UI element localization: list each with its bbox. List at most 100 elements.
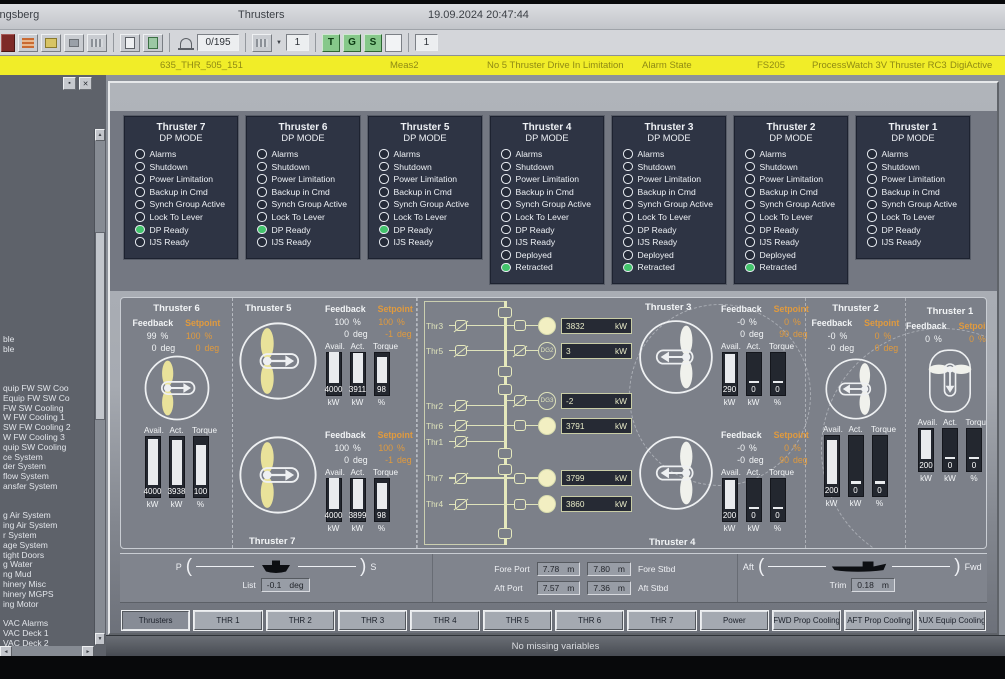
scroll-right-icon[interactable]: ► xyxy=(82,646,94,656)
sidebar-item[interactable] xyxy=(3,492,93,502)
view-list-icon[interactable] xyxy=(252,34,272,52)
feedback-percent: 99 xyxy=(133,331,157,341)
setpoint-percent: 0 xyxy=(950,334,974,344)
bar-unit: % xyxy=(373,398,390,407)
heel-indicator: P ( ) S List -0.1deg xyxy=(120,554,433,602)
nav-button[interactable]: THR 7 xyxy=(628,611,695,630)
led-icon xyxy=(745,250,755,260)
status-indicator-row: Lock To Lever xyxy=(738,212,844,222)
nav-button[interactable]: FWD Prop Cooling xyxy=(773,611,840,630)
nav-button[interactable]: AUX Equip Cooling xyxy=(918,611,985,630)
bar-unit: kW xyxy=(721,524,738,533)
led-icon xyxy=(745,225,755,235)
nav-button[interactable]: THR 4 xyxy=(411,611,478,630)
alarm-list-icon[interactable] xyxy=(18,34,38,52)
nav-button[interactable]: THR 1 xyxy=(194,611,261,630)
status-label: Lock To Lever xyxy=(638,212,691,222)
history-icon[interactable] xyxy=(64,34,84,52)
nav-button[interactable]: THR 2 xyxy=(267,611,334,630)
bar-well: 98 xyxy=(374,478,390,522)
led-icon xyxy=(867,162,877,172)
main-area: ▪ ✕ ble ble quip FW SW Coo Equip FW SW C… xyxy=(0,75,1005,656)
status-indicator-row: Synch Group Active xyxy=(860,199,966,209)
bar-unit: kW xyxy=(325,398,342,407)
vertical-scrollbar[interactable]: ▲ ▼ xyxy=(94,129,105,645)
nav-button[interactable]: Thrusters xyxy=(122,611,189,630)
led-icon xyxy=(135,162,145,172)
bar-fill xyxy=(773,381,783,383)
sidebar-item[interactable]: ble xyxy=(3,335,93,345)
thruster7-detail: Thruster 7 F xyxy=(233,424,416,549)
toolbar-tgs-button[interactable]: S xyxy=(364,34,382,52)
chevron-down-icon[interactable]: ▼ xyxy=(276,40,282,46)
status-label: Synch Group Active xyxy=(638,199,713,209)
bar-fill xyxy=(148,439,158,485)
bar-fill xyxy=(827,440,837,484)
scrollbar-thumb[interactable] xyxy=(95,232,105,420)
toolbar-tgs-button[interactable]: T xyxy=(322,34,340,52)
bar-unit: kW xyxy=(168,500,185,509)
alarm-bell-icon[interactable] xyxy=(180,38,192,48)
stbd-label: S xyxy=(370,562,376,572)
tgs-buttons: T G S xyxy=(322,34,382,52)
led-icon xyxy=(501,149,511,159)
sidebar-item[interactable] xyxy=(3,355,93,365)
system-icon[interactable] xyxy=(1,34,15,52)
led-icon xyxy=(745,212,755,222)
status-label: Lock To Lever xyxy=(760,212,813,222)
keypad-icon[interactable] xyxy=(87,34,107,52)
sidebar-item[interactable] xyxy=(3,364,93,374)
bar-gauge: Torque 0 % xyxy=(966,418,983,483)
bar-fill xyxy=(353,353,363,383)
bar-fill xyxy=(725,480,735,509)
scroll-left-icon[interactable]: ◄ xyxy=(0,646,12,656)
nav-button[interactable]: Power xyxy=(701,611,768,630)
setpoint-degrees: 90 xyxy=(765,329,789,339)
nav-button[interactable]: THR 3 xyxy=(339,611,406,630)
bar-well: 3899 xyxy=(350,478,366,522)
dp-mode-panel: Thruster 4 DP MODE Alarms Shutdown Power… xyxy=(490,116,604,284)
alarm-tag: 635_THR_505_151 xyxy=(160,60,243,71)
status-indicator-row: Backup in Cmd xyxy=(128,187,234,197)
status-indicator-row: Retracted xyxy=(616,262,722,272)
aft-port-draft-box: 7.57m xyxy=(537,581,581,595)
page-next-icon[interactable] xyxy=(143,34,163,52)
horizontal-scrollbar[interactable]: ◄ ► xyxy=(0,646,94,656)
event-list-icon[interactable] xyxy=(41,34,61,52)
alarm-bar[interactable]: 635_THR_505_151 Meas2 No 5 Thruster Driv… xyxy=(0,56,1005,75)
nav-button[interactable]: THR 6 xyxy=(556,611,623,630)
page-navigation-row: Thrusters THR 1 THR 2 THR 3 THR 4 THR 5 … xyxy=(122,611,985,630)
bar-fill xyxy=(749,507,759,509)
bar-gauge: Act. 3911 kW xyxy=(349,342,366,407)
blank-toolbar-button[interactable] xyxy=(385,34,402,52)
nav-button[interactable]: AFT Prop Cooling xyxy=(845,611,912,630)
led-icon xyxy=(745,200,755,210)
led-icon xyxy=(379,237,389,247)
toolbar-tgs-button[interactable]: G xyxy=(343,34,361,52)
bar-fill xyxy=(725,354,735,383)
nav-button[interactable]: THR 5 xyxy=(484,611,551,630)
azimuth-thruster-icon xyxy=(139,353,215,423)
minimize-icon[interactable]: ▪ xyxy=(63,77,76,90)
page-number-box: 1 xyxy=(286,34,309,51)
sidebar-item[interactable]: ansfer System xyxy=(3,482,93,492)
bar-value: 0 xyxy=(941,461,959,470)
status-indicator-row: Retracted xyxy=(494,262,600,272)
setpoint-label: Setpoint xyxy=(774,304,809,314)
bar-unit: % xyxy=(966,474,983,483)
sidebar-item[interactable]: ble xyxy=(3,345,93,355)
status-indicator-row: IJS Ready xyxy=(250,237,356,247)
scroll-down-icon[interactable]: ▼ xyxy=(95,633,105,645)
led-icon xyxy=(623,174,633,184)
page-prev-icon[interactable] xyxy=(120,34,140,52)
status-indicator-row: Retracted xyxy=(738,262,844,272)
bar-gauge: Torque 0 % xyxy=(769,468,786,533)
scroll-up-icon[interactable]: ▲ xyxy=(95,129,105,141)
status-indicator-row: Power Limitation xyxy=(860,174,966,184)
led-icon xyxy=(867,200,877,210)
bar-header: Torque xyxy=(192,426,209,435)
status-indicator-row: Shutdown xyxy=(372,162,478,172)
sidebar-item[interactable]: ing Motor xyxy=(3,600,93,610)
led-icon xyxy=(135,200,145,210)
close-icon[interactable]: ✕ xyxy=(79,77,92,90)
